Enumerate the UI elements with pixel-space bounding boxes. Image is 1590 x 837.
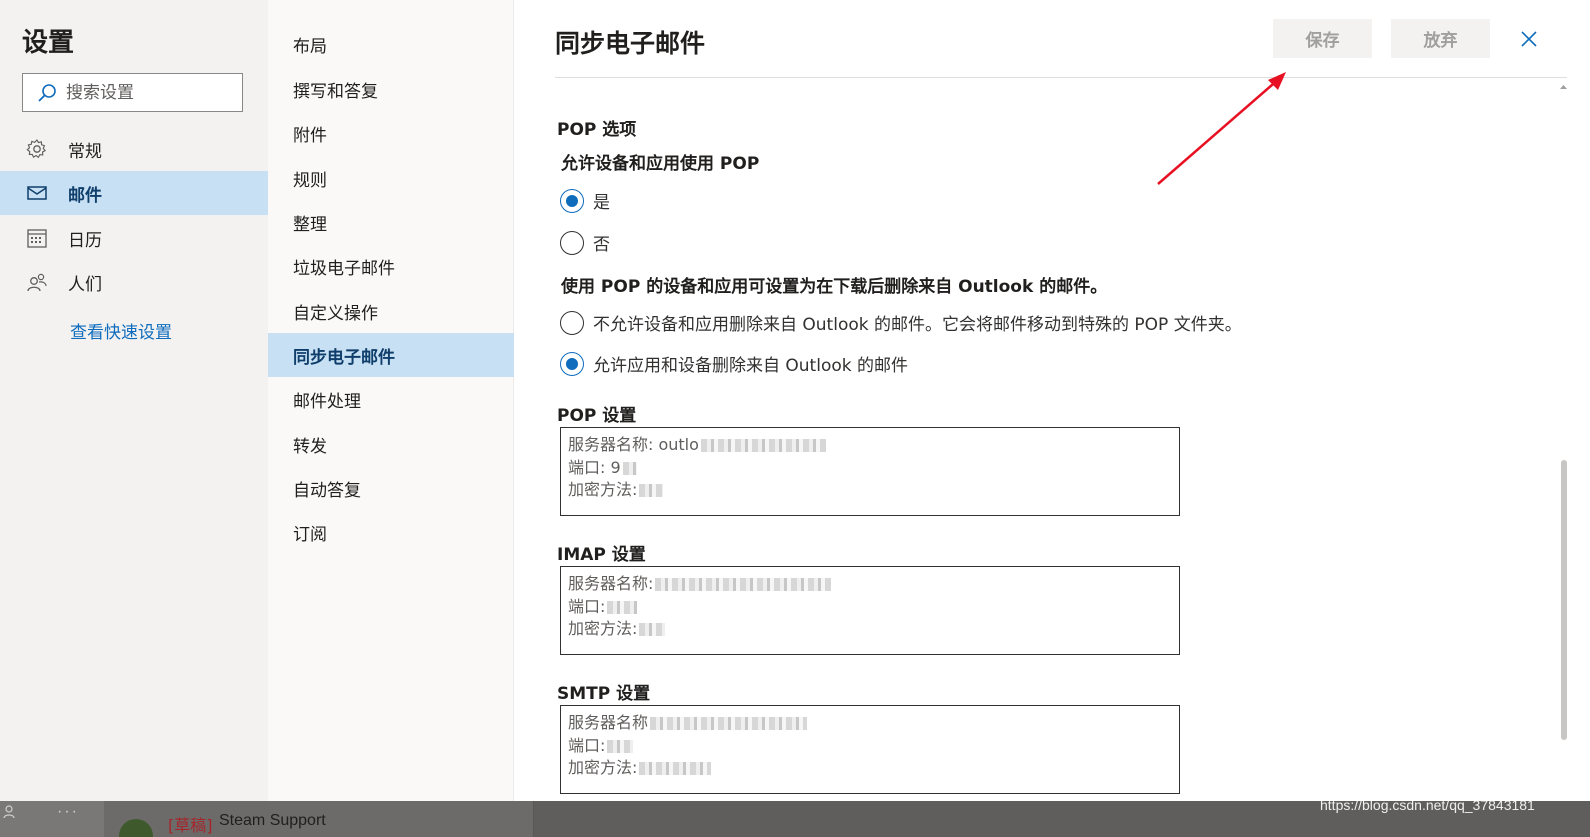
redacted-value xyxy=(639,623,666,636)
imap-server-label: 服务器名称: xyxy=(568,574,654,593)
gear-icon xyxy=(26,138,48,160)
category-general-label: 常规 xyxy=(68,141,102,162)
scroll-up-arrow-icon[interactable] xyxy=(1559,82,1568,91)
nav-item-sync-email[interactable]: 同步电子邮件 xyxy=(268,333,514,377)
category-mail[interactable]: 邮件 xyxy=(0,171,268,215)
save-button[interactable]: 保存 xyxy=(1273,19,1372,58)
nav-item-customize-actions[interactable]: 自定义操作 xyxy=(268,289,514,333)
watermark: https://blog.csdn.net/qq_37843181 xyxy=(1320,797,1535,813)
pop-settings-box: 服务器名称: outlo 端口: 9 加密方法: xyxy=(560,427,1180,516)
smtp-settings-heading: SMTP 设置 xyxy=(557,684,651,704)
nav-item-subscriptions[interactable]: 订阅 xyxy=(268,510,514,554)
draft-tag: [草稿] xyxy=(168,816,213,835)
delete-question: 使用 POP 的设备和应用可设置为在下载后删除来自 Outlook 的邮件。 xyxy=(561,277,1108,297)
nav-item-forwarding[interactable]: 转发 xyxy=(268,422,514,466)
draft-sender: Steam Support xyxy=(219,812,326,829)
nav-item-compose-reply[interactable]: 撰写和答复 xyxy=(268,67,514,111)
pop-server-label: 服务器名称: outlo xyxy=(568,435,699,454)
delete-allow-label: 允许应用和设备删除来自 Outlook 的邮件 xyxy=(593,356,908,376)
redacted-value xyxy=(607,739,634,753)
smtp-server-label: 服务器名称 xyxy=(568,713,649,732)
redacted-value xyxy=(639,484,664,497)
calendar-icon xyxy=(26,227,48,249)
redacted-value xyxy=(639,762,712,775)
view-quick-settings-link[interactable]: 查看快速设置 xyxy=(70,318,172,343)
nav-item-attachments[interactable]: 附件 xyxy=(268,111,514,155)
category-calendar-label: 日历 xyxy=(68,230,102,251)
redacted-value xyxy=(607,600,638,614)
nav-item-message-handling[interactable]: 邮件处理 xyxy=(268,377,514,421)
allow-pop-yes-radio[interactable] xyxy=(560,188,584,213)
pop-options-heading: POP 选项 xyxy=(557,120,637,140)
redacted-value xyxy=(650,717,808,730)
allow-pop-no-option[interactable]: 否 xyxy=(560,230,610,255)
panel-title: 同步电子邮件 xyxy=(555,29,706,58)
header-divider xyxy=(555,77,1567,78)
category-people[interactable]: 人们 xyxy=(0,260,268,304)
discard-button[interactable]: 放弃 xyxy=(1391,19,1490,58)
redacted-value xyxy=(622,461,637,475)
settings-category-pane: 设置 常规 邮件 日历 人们 查看快速设置 xyxy=(0,0,268,811)
allow-pop-question: 允许设备和应用使用 POP xyxy=(561,154,760,174)
pop-settings-heading: POP 设置 xyxy=(557,406,637,426)
scrollbar-thumb[interactable] xyxy=(1561,460,1567,740)
pop-encryption-label: 加密方法: xyxy=(568,480,638,499)
delete-allow-option[interactable]: 允许应用和设备删除来自 Outlook 的邮件 xyxy=(560,351,908,376)
category-mail-label: 邮件 xyxy=(68,185,102,206)
smtp-encryption-label: 加密方法: xyxy=(568,758,638,777)
allow-pop-yes-option[interactable]: 是 xyxy=(560,188,610,213)
people-icon xyxy=(26,271,48,293)
nav-item-sweep[interactable]: 整理 xyxy=(268,200,514,244)
allow-pop-yes-label: 是 xyxy=(593,193,610,213)
delete-disallow-label: 不允许设备和应用删除来自 Outlook 的邮件。它会将邮件移动到特殊的 POP… xyxy=(593,315,1242,335)
delete-allow-radio[interactable] xyxy=(560,351,584,376)
nav-item-rules[interactable]: 规则 xyxy=(268,156,514,200)
close-icon[interactable] xyxy=(1516,26,1542,52)
mail-icon xyxy=(26,182,48,204)
annotation-arrow-icon xyxy=(1157,72,1286,185)
imap-encryption-label: 加密方法: xyxy=(568,619,638,638)
nav-item-junk-email[interactable]: 垃圾电子邮件 xyxy=(268,244,514,288)
redacted-value xyxy=(655,578,832,591)
person-icon xyxy=(3,805,15,818)
allow-pop-no-label: 否 xyxy=(593,235,610,255)
allow-pop-no-radio[interactable] xyxy=(560,230,584,255)
nav-item-automatic-replies[interactable]: 自动答复 xyxy=(268,466,514,510)
search-settings-input[interactable] xyxy=(66,82,226,103)
delete-disallow-option[interactable]: 不允许设备和应用删除来自 Outlook 的邮件。它会将邮件移动到特殊的 POP… xyxy=(560,310,1242,335)
smtp-port-label: 端口: xyxy=(568,735,606,755)
category-people-label: 人们 xyxy=(68,274,102,295)
imap-port-label: 端口: xyxy=(568,596,606,616)
nav-item-layout[interactable]: 布局 xyxy=(268,22,514,66)
category-general[interactable]: 常规 xyxy=(0,127,268,171)
delete-disallow-radio[interactable] xyxy=(560,310,584,335)
search-icon xyxy=(38,83,56,102)
settings-title: 设置 xyxy=(22,27,75,57)
smtp-settings-box: 服务器名称 端口: 加密方法: xyxy=(560,705,1180,794)
pop-port-label: 端口: 9 xyxy=(568,457,621,477)
more-options-icon: ··· xyxy=(57,803,79,820)
imap-settings-heading: IMAP 设置 xyxy=(557,545,646,565)
mail-settings-nav: 布局 撰写和答复 附件 规则 整理 垃圾电子邮件 自定义操作 同步电子邮件 邮件… xyxy=(268,0,514,811)
imap-settings-box: 服务器名称: 端口: 加密方法: xyxy=(560,566,1180,655)
category-calendar[interactable]: 日历 xyxy=(0,216,268,260)
redacted-value xyxy=(700,439,826,452)
search-settings-box[interactable] xyxy=(22,73,243,112)
